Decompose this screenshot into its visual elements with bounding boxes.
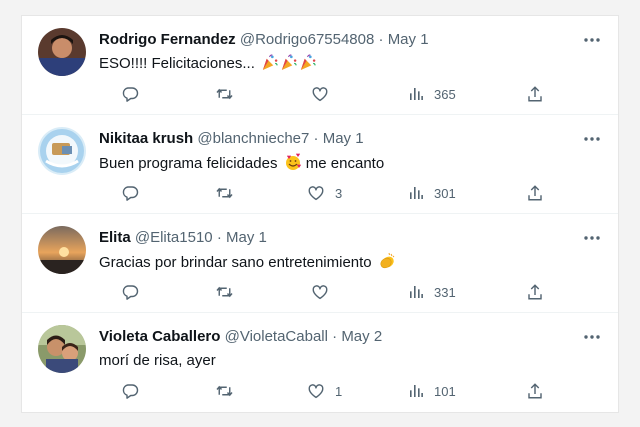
share-button[interactable]	[526, 82, 544, 106]
reply-button[interactable]	[121, 379, 149, 403]
author-name[interactable]: Violeta Caballero	[99, 328, 220, 345]
views-count: 301	[434, 185, 456, 201]
views-count: 365	[434, 86, 456, 102]
reply-item[interactable]: Nikitaa krush @blanchnieche7 · May 1 Bue…	[22, 115, 618, 214]
views-count: 331	[434, 284, 456, 300]
separator-dot: ·	[332, 328, 338, 345]
reply-button[interactable]	[121, 82, 149, 106]
post-date[interactable]: May 1	[388, 31, 429, 48]
reply-icon	[121, 184, 139, 202]
author-handle[interactable]: @VioletaCaball	[225, 328, 328, 345]
reply-text-content: ESO!!!! Felicitaciones...	[99, 55, 255, 72]
retweet-button[interactable]	[215, 280, 244, 304]
like-button[interactable]: 3	[307, 181, 342, 205]
reply-item[interactable]: Elita @Elita1510 · May 1 Gracias por bri…	[22, 214, 618, 313]
reply-button[interactable]	[121, 181, 149, 205]
avatar[interactable]	[38, 127, 86, 175]
avatar[interactable]	[38, 226, 86, 274]
views-count: 101	[434, 383, 456, 399]
avatar[interactable]	[38, 28, 86, 76]
views-icon	[408, 383, 424, 399]
post-date[interactable]: May 2	[341, 328, 382, 345]
like-button[interactable]: 1	[307, 379, 342, 403]
separator-dot: ·	[378, 31, 384, 48]
reply-text: morí de risa, ayer	[99, 351, 216, 370]
heart-icon	[307, 382, 325, 400]
more-options-icon[interactable]	[582, 228, 602, 248]
author-name[interactable]: Elita	[99, 229, 131, 246]
heart-icon	[311, 85, 329, 103]
more-options-icon[interactable]	[582, 129, 602, 149]
more-options-icon[interactable]	[582, 327, 602, 347]
like-button[interactable]	[311, 82, 339, 106]
reply-button[interactable]	[121, 280, 149, 304]
reply-actions: 3 301	[99, 181, 542, 205]
reply-item[interactable]: Violeta Caballero @VioletaCaball · May 2…	[22, 313, 618, 412]
retweet-icon	[215, 283, 234, 301]
views-button[interactable]: 301	[408, 181, 456, 205]
separator-dot: ·	[313, 130, 319, 147]
retweet-icon	[215, 184, 234, 202]
reply-text-content: morí de risa, ayer	[99, 352, 216, 369]
share-icon	[526, 85, 544, 103]
reply-header: Rodrigo Fernandez @Rodrigo67554808 · May…	[99, 31, 429, 49]
retweet-button[interactable]	[215, 82, 244, 106]
reply-actions: 331	[99, 280, 542, 304]
like-count: 1	[335, 383, 343, 399]
reply-item[interactable]: Rodrigo Fernandez @Rodrigo67554808 · May…	[22, 16, 618, 115]
views-icon	[408, 284, 424, 300]
reply-icon	[121, 382, 139, 400]
separator-dot: ·	[216, 229, 222, 246]
reply-text: Buen programa felicidades me encanto	[99, 153, 384, 176]
views-icon	[408, 185, 424, 201]
retweet-button[interactable]	[215, 181, 244, 205]
retweet-icon	[215, 382, 234, 400]
party-popper-icon	[261, 54, 278, 76]
like-count: 3	[335, 185, 343, 201]
author-name[interactable]: Rodrigo Fernandez	[99, 31, 236, 48]
share-button[interactable]	[526, 181, 544, 205]
reply-text: Gracias por brindar sano entretenimiento	[99, 252, 396, 275]
views-button[interactable]: 365	[408, 82, 456, 106]
reply-icon	[121, 85, 139, 103]
views-button[interactable]: 331	[408, 280, 456, 304]
retweet-icon	[215, 85, 234, 103]
face-with-hearts-icon	[284, 153, 302, 176]
author-handle[interactable]: @Elita1510	[135, 229, 213, 246]
author-handle[interactable]: @Rodrigo67554808	[240, 31, 375, 48]
share-button[interactable]	[526, 379, 544, 403]
share-button[interactable]	[526, 280, 544, 304]
more-options-icon[interactable]	[582, 30, 602, 50]
author-name[interactable]: Nikitaa krush	[99, 130, 193, 147]
replies-list: Rodrigo Fernandez @Rodrigo67554808 · May…	[21, 15, 619, 413]
reply-text: ESO!!!! Felicitaciones...	[99, 54, 316, 76]
reply-actions: 365	[99, 82, 542, 106]
reply-text-content: Gracias por brindar sano entretenimiento	[99, 254, 372, 271]
retweet-button[interactable]	[215, 379, 244, 403]
avatar[interactable]	[38, 325, 86, 373]
reply-header: Violeta Caballero @VioletaCaball · May 2	[99, 328, 382, 346]
views-button[interactable]: 101	[408, 379, 456, 403]
reply-icon	[121, 283, 139, 301]
like-button[interactable]	[311, 280, 339, 304]
reply-header: Elita @Elita1510 · May 1	[99, 229, 267, 247]
reply-actions: 1 101	[99, 379, 542, 403]
post-date[interactable]: May 1	[323, 130, 364, 147]
share-icon	[526, 283, 544, 301]
share-icon	[526, 184, 544, 202]
author-handle[interactable]: @blanchnieche7	[197, 130, 309, 147]
clapping-hands-icon	[378, 252, 396, 275]
share-icon	[526, 382, 544, 400]
heart-icon	[311, 283, 329, 301]
reply-header: Nikitaa krush @blanchnieche7 · May 1	[99, 130, 364, 148]
post-date[interactable]: May 1	[226, 229, 267, 246]
heart-icon	[307, 184, 325, 202]
reply-text-content: Buen programa felicidades	[99, 155, 278, 172]
reply-text-content-after: me encanto	[305, 155, 385, 172]
party-popper-icon	[299, 54, 316, 76]
party-popper-icon	[280, 54, 297, 76]
views-icon	[408, 86, 424, 102]
